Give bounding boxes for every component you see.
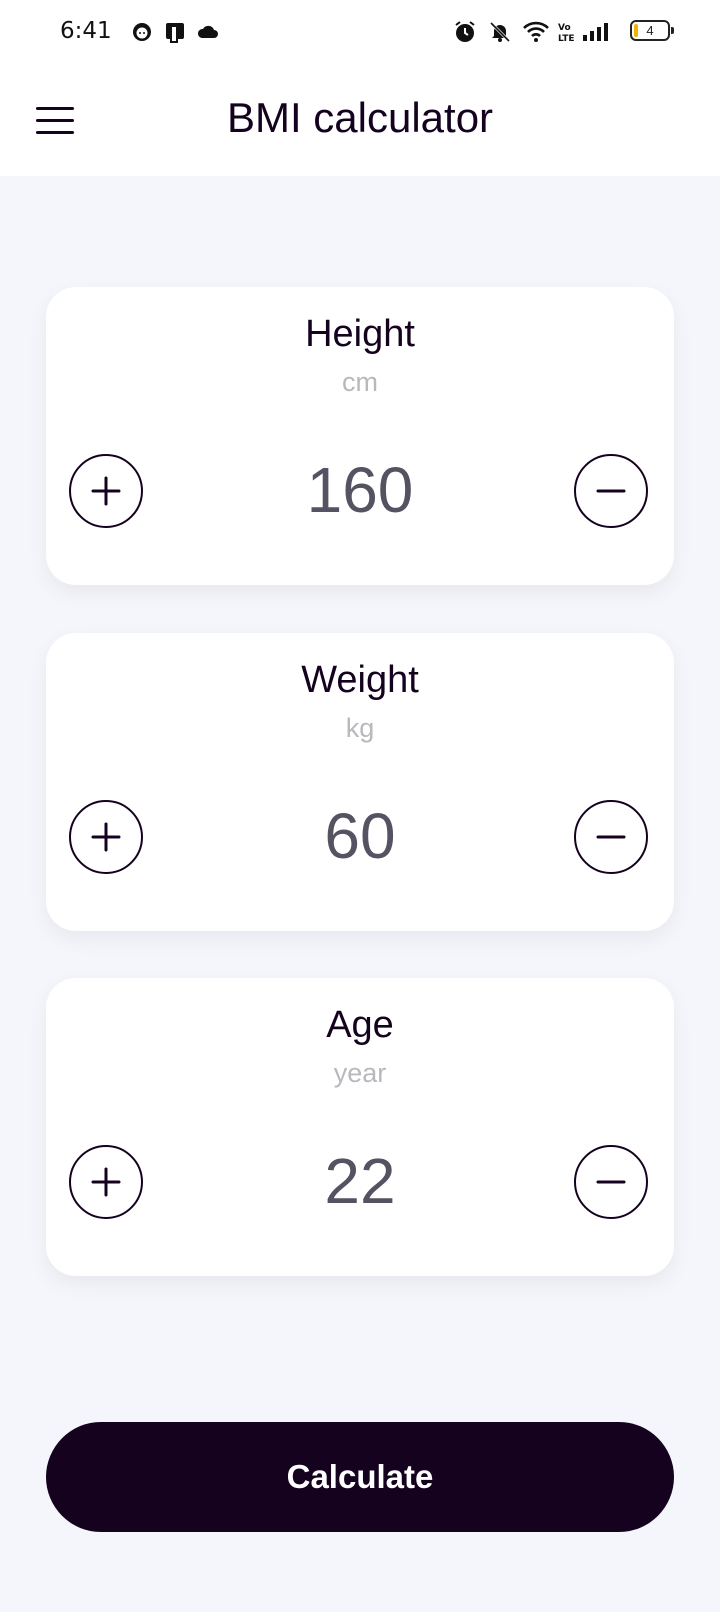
volte-icon: Vo LTE: [558, 23, 575, 44]
weight-card: Weight kg 60: [46, 633, 674, 931]
calculate-label: Calculate: [286, 1458, 434, 1495]
height-card: Height cm 160: [46, 287, 674, 585]
weight-decrement-button[interactable]: [574, 800, 648, 874]
sim-icon: [166, 23, 184, 43]
wifi-icon: [523, 21, 549, 42]
height-title: Height: [305, 313, 415, 355]
minus-icon: [596, 835, 626, 839]
page-title: BMI calculator: [226, 94, 494, 141]
battery-icon: 4: [630, 20, 674, 41]
cloud-icon: [197, 25, 218, 38]
signal-icon: [583, 23, 608, 41]
app-bar: BMI calculator: [0, 66, 720, 176]
alarm-icon: [455, 21, 475, 42]
age-card: Age year 22: [46, 978, 674, 1276]
age-title: Age: [326, 1004, 394, 1046]
status-bar: 6:41 Vo LTE 4: [0, 0, 720, 66]
minus-icon: [596, 489, 626, 493]
age-unit: year: [333, 1058, 387, 1088]
age-decrement-button[interactable]: [574, 1145, 648, 1219]
height-decrement-button[interactable]: [574, 454, 648, 528]
weight-unit: kg: [345, 713, 375, 743]
face-icon: [133, 23, 151, 41]
svg-text:Vo: Vo: [558, 23, 571, 33]
status-time: 6:41: [60, 18, 112, 44]
height-unit: cm: [342, 367, 378, 397]
minus-icon: [596, 1180, 626, 1184]
svg-text:LTE: LTE: [558, 34, 575, 44]
calculate-button[interactable]: Calculate: [46, 1422, 674, 1532]
mute-icon: [489, 21, 511, 43]
weight-title: Weight: [301, 659, 419, 701]
